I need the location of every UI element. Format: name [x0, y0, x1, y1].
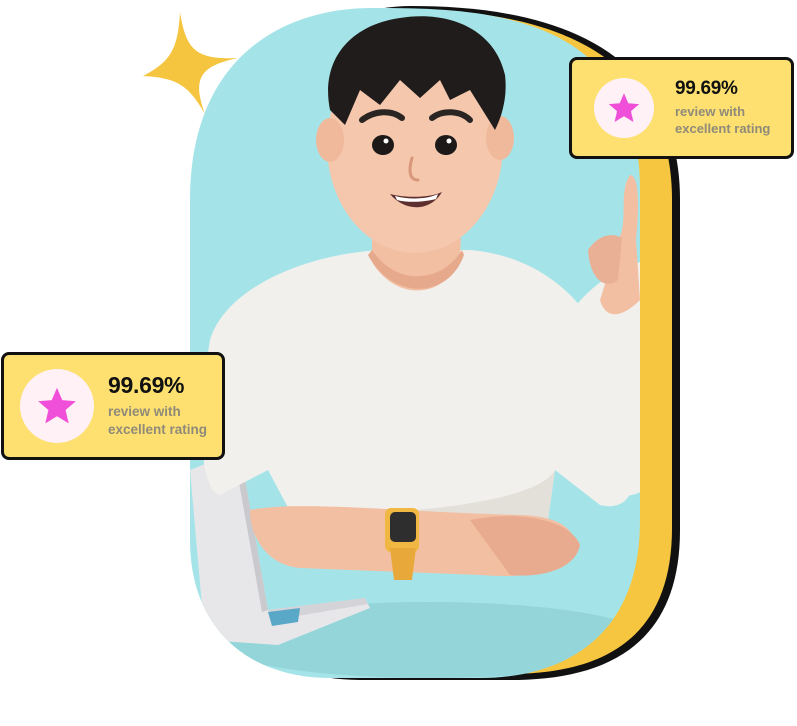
star-badge [20, 369, 94, 443]
rating-text: 99.69% review with excellent rating [675, 79, 770, 138]
rating-card-right: 99.69% review with excellent rating [569, 57, 794, 159]
rating-caption-line1: review with [108, 403, 181, 419]
star-icon [38, 387, 76, 424]
rating-caption-line2: excellent rating [108, 421, 208, 437]
rating-caption-line2: excellent rating [675, 121, 771, 136]
rating-value: 99.69% [675, 77, 738, 99]
rating-value: 99.69% [108, 371, 185, 398]
rating-caption-line1: review with [675, 103, 746, 119]
rating-text: 99.69% review with excellent rating [108, 371, 208, 439]
rating-card-left: 99.69% review with excellent rating [1, 352, 225, 460]
star-badge [594, 78, 654, 138]
star-icon [608, 93, 640, 123]
